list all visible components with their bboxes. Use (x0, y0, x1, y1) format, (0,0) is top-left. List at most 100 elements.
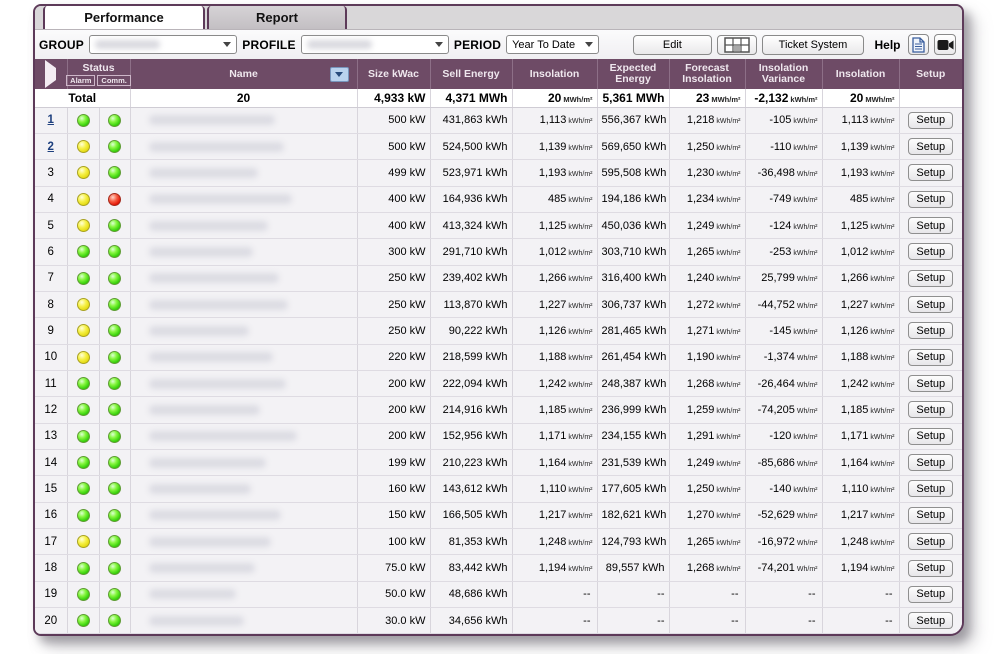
toolbar: GROUP PROFILE PERIOD Year To Date Edit (35, 30, 962, 59)
setup-button[interactable]: Setup (908, 612, 953, 629)
table-row: 13 200 kW 152,956 kWh 1,171kWh/m² 234,15… (35, 423, 962, 449)
total-row: Total 20 4,933 kW 4,371 MWh 20MWh/m² 5,3… (35, 89, 962, 107)
size-cell: 200 kW (357, 370, 430, 396)
row-number-cell[interactable]: 17 (35, 529, 67, 555)
ticket-system-button[interactable]: Ticket System (762, 35, 865, 55)
sell-energy-cell: 431,863 kWh (430, 107, 512, 133)
site-name-redacted (149, 510, 282, 520)
insolation-header[interactable]: Insolation (512, 59, 597, 89)
comm-status-led (108, 535, 121, 548)
size-cell: 100 kW (357, 529, 430, 555)
row-number-cell[interactable]: 5 (35, 212, 67, 238)
alarm-status-led (77, 114, 90, 127)
row-number-cell[interactable]: 10 (35, 344, 67, 370)
comm-status-led (108, 588, 121, 601)
row-number-cell[interactable]: 2 (35, 133, 67, 159)
row-number-cell[interactable]: 20 (35, 608, 67, 634)
sell-energy-cell: 214,916 kWh (430, 397, 512, 423)
setup-button[interactable]: Setup (908, 586, 953, 603)
help-video-button[interactable] (934, 34, 956, 55)
setup-button[interactable]: Setup (908, 138, 953, 155)
name-header[interactable]: Name (130, 59, 357, 89)
setup-button[interactable]: Setup (908, 217, 953, 234)
size-cell: 400 kW (357, 212, 430, 238)
setup-button[interactable]: Setup (908, 191, 953, 208)
row-number-cell[interactable]: 4 (35, 186, 67, 212)
row-number-cell[interactable]: 19 (35, 581, 67, 607)
help-document-button[interactable] (908, 34, 930, 55)
size-header[interactable]: Size kWac (357, 59, 430, 89)
setup-button[interactable]: Setup (908, 533, 953, 550)
forecast-insolation-header[interactable]: Forecast Insolation (669, 59, 745, 89)
expander-header[interactable] (35, 59, 67, 89)
alarm-status-led (77, 140, 90, 153)
insolation-variance-header[interactable]: Insolation Variance (745, 59, 822, 89)
setup-button[interactable]: Setup (908, 480, 953, 497)
insolation2-cell: 1,164kWh/m² (822, 449, 899, 475)
setup-button[interactable]: Setup (908, 243, 953, 260)
expected-energy-cell: 303,710 kWh (597, 239, 669, 265)
table-row: 5 400 kW 413,324 kWh 1,125kWh/m² 450,036… (35, 212, 962, 238)
expected-energy-header[interactable]: Expected Energy (597, 59, 669, 89)
row-number-cell[interactable]: 1 (35, 107, 67, 133)
comm-status-cell (99, 502, 130, 528)
comm-status-led (108, 324, 121, 337)
size-cell: 160 kW (357, 476, 430, 502)
setup-button[interactable]: Setup (908, 270, 953, 287)
expected-energy-cell: 306,737 kWh (597, 291, 669, 317)
setup-button[interactable]: Setup (908, 322, 953, 339)
expected-energy-cell: 316,400 kWh (597, 265, 669, 291)
name-sort-button[interactable] (330, 67, 349, 82)
edit-button[interactable]: Edit (633, 35, 712, 55)
row-number-cell[interactable]: 3 (35, 160, 67, 186)
tab-report[interactable]: Report (207, 6, 347, 29)
row-number-cell[interactable]: 11 (35, 370, 67, 396)
row-number-cell[interactable]: 8 (35, 291, 67, 317)
chevron-down-icon (585, 42, 593, 47)
tab-report-label: Report (256, 10, 298, 25)
setup-button[interactable]: Setup (908, 507, 953, 524)
row-number-cell[interactable]: 15 (35, 476, 67, 502)
table-row: 1 500 kW 431,863 kWh 1,113kWh/m² 556,367… (35, 107, 962, 133)
tab-performance[interactable]: Performance (43, 6, 205, 29)
setup-button[interactable]: Setup (908, 112, 953, 129)
setup-button[interactable]: Setup (908, 428, 953, 445)
app-window: Performance Report GROUP PROFILE PERIOD … (33, 4, 964, 636)
forecast-insolation-cell: -- (669, 581, 745, 607)
alarm-status-led (77, 430, 90, 443)
row-number-cell[interactable]: 6 (35, 239, 67, 265)
insolation-cell: 1,266kWh/m² (512, 265, 597, 291)
period-dropdown[interactable]: Year To Date (506, 35, 599, 54)
row-number-cell[interactable]: 9 (35, 318, 67, 344)
grid-layout-button[interactable] (717, 35, 757, 55)
row-number-cell[interactable]: 14 (35, 449, 67, 475)
setup-button[interactable]: Setup (908, 401, 953, 418)
insolation2-cell: 1,266kWh/m² (822, 265, 899, 291)
site-name-cell (130, 608, 357, 634)
forecast-insolation-cell: 1,250kWh/m² (669, 476, 745, 502)
setup-button[interactable]: Setup (908, 375, 953, 392)
insolation2-cell: 1,194kWh/m² (822, 555, 899, 581)
site-name-cell (130, 186, 357, 212)
setup-button[interactable]: Setup (908, 454, 953, 471)
size-cell: 250 kW (357, 291, 430, 317)
setup-button[interactable]: Setup (908, 560, 953, 577)
row-number-cell[interactable]: 13 (35, 423, 67, 449)
table-row: 16 150 kW 166,505 kWh 1,217kWh/m² 182,62… (35, 502, 962, 528)
setup-button[interactable]: Setup (908, 296, 953, 313)
profile-dropdown[interactable] (301, 35, 449, 54)
row-number-cell[interactable]: 16 (35, 502, 67, 528)
sell-energy-header[interactable]: Sell Energy (430, 59, 512, 89)
insolation2-header[interactable]: Insolation (822, 59, 899, 89)
setup-cell: Setup (899, 476, 962, 502)
alarm-status-cell (67, 212, 99, 238)
row-number-cell[interactable]: 12 (35, 397, 67, 423)
group-dropdown[interactable] (89, 35, 237, 54)
setup-button[interactable]: Setup (908, 164, 953, 181)
row-number-cell[interactable]: 18 (35, 555, 67, 581)
comm-status-cell (99, 370, 130, 396)
row-number-cell[interactable]: 7 (35, 265, 67, 291)
site-name-redacted (149, 484, 251, 494)
size-cell: 500 kW (357, 133, 430, 159)
setup-button[interactable]: Setup (908, 349, 953, 366)
